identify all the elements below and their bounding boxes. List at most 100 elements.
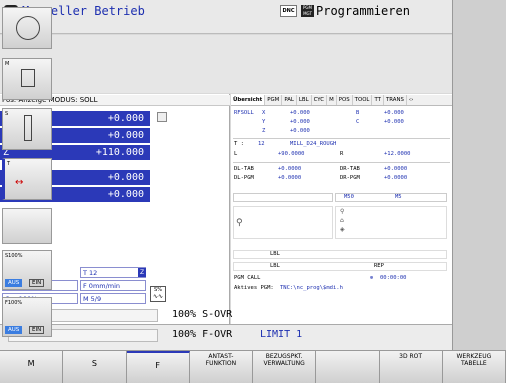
divider [233,138,450,139]
m50-value: M50 [344,194,354,200]
rfsoll-axis: C [356,119,360,125]
s-label: S [5,111,9,117]
tool-number: 12 [258,141,265,147]
tab-lbl[interactable]: LBL [297,95,312,105]
softkey-3d-rot[interactable]: 3D ROT [379,351,443,383]
softkey-empty[interactable] [316,351,380,383]
limit-label: LIMIT 1 [260,329,303,340]
dl-pgm-value: +0.0000 [278,175,302,181]
tab-pos[interactable]: POS [337,95,353,105]
rfsoll-value: +0.000 [290,110,310,116]
probe-field [233,206,333,239]
t-function-button[interactable]: T ↔ [2,158,52,200]
timer-icon: ⊕ [370,275,374,281]
tool-length-label: L [234,151,238,157]
softkey-bar: M S F ANTAST- FUNKTION BEZUGSPKT. VERWAL… [0,350,506,383]
probe-icon: ⚲ [236,218,243,228]
status-tabs: Übersicht PGM PAL LBL CYC M POS TOOL TT … [231,95,452,106]
divider [233,162,450,163]
rfsoll-axis: Z [262,128,266,134]
feed-on-badge[interactable]: EIN [29,326,45,334]
feed-override-button[interactable]: F100% AUS EIN [2,297,52,337]
softkey-preset-management[interactable]: BEZUGSPKT. VERWALTUNG [253,351,317,383]
spindle-icon [24,115,32,141]
active-pgm-path: TNC:\nc_prog\$mdi.h [280,285,343,291]
clock-button[interactable] [2,7,52,49]
rfsoll-axis: Y [262,119,266,125]
spindle-percent-icon: S% ∿∿ [150,286,166,302]
axis-value: +0.000 [107,189,144,200]
program-management-icon[interactable]: PGM MGT [301,5,314,17]
tab-overview[interactable]: Übersicht [231,95,266,105]
s-function-button[interactable]: S [2,108,52,150]
tool-name: MILL_D24_ROUGH [290,141,337,147]
tool-axis-badge: Z [138,268,146,277]
spindle-off-badge[interactable]: AUS [5,279,23,287]
feed-off-badge[interactable]: AUS [5,326,23,334]
m-function-status: M 5/9 [80,293,146,304]
axis-x-status-icon [157,112,167,122]
tab-pgm[interactable]: PGM [265,95,283,105]
dr-pgm-label: DR-PGM [340,175,360,181]
empty-function-button[interactable] [2,208,52,244]
tab-m[interactable]: M [327,95,337,105]
s-ovr-label: 100% S-OVR [172,309,233,320]
tool-change-icon: ↔ [15,177,24,188]
rfsoll-value: +0.000 [290,128,310,134]
softkey-f[interactable]: F [126,351,190,383]
rfsoll-label: RFSOLL [234,110,254,116]
axis-value: +0.000 [107,172,144,183]
machine-function-column [452,0,506,350]
tool-radius-label: R [340,151,344,157]
softkey-s[interactable]: S [63,351,127,383]
softkey-tool-table[interactable]: WERKZEUG TABELLE [442,351,506,383]
feed-status: F 0mm/min [80,280,146,291]
dl-pgm-label: DL-PGM [234,175,254,181]
rep-label: REP [374,263,384,269]
softkey-m[interactable]: M [0,351,64,383]
rfsoll-value: +0.000 [384,119,404,125]
lbl-label: LBL [270,263,280,269]
axis-value: +0.000 [107,130,144,141]
spindle-on-badge[interactable]: EIN [29,279,45,287]
pgm-call-label: PGM CALL [234,275,261,281]
machine-icon [21,69,35,87]
tab-cyc[interactable]: CYC [312,95,328,105]
rfsoll-axis: X [262,110,266,116]
m-function-button[interactable]: M [2,58,52,100]
tab-scroll-icon[interactable]: ‹› [407,95,415,105]
tool-status: T 12 [80,267,146,278]
rfsoll-axis: B [356,110,360,116]
tab-tool[interactable]: TOOL [353,95,373,105]
tool-radius: +12.0000 [384,151,411,157]
rfsoll-value: +0.000 [384,110,404,116]
spindle-override-value: S100% [5,253,23,259]
probe-status-icons: ⚲ ⌂ ◈ [340,208,345,233]
dr-tab-value: +0.0000 [384,166,408,172]
tab-pal[interactable]: PAL [282,95,297,105]
lbl-label: LBL [270,251,280,257]
tool-label: T : [234,141,244,147]
programming-mode-title[interactable]: Programmieren [316,4,410,18]
feed-override-value: F100% [5,300,23,306]
dr-tab-label: DR-TAB [340,166,360,172]
dl-tab-value: +0.0000 [278,166,302,172]
active-pgm-label: Aktives PGM: [234,285,274,291]
spindle-override-button[interactable]: S100% AUS EIN [2,250,52,290]
m-label: M [5,61,10,67]
tab-trans[interactable]: TRANS [384,95,407,105]
tab-tt[interactable]: TT [372,95,384,105]
message-area [0,35,452,93]
timer-value: 00:00:00 [380,275,407,281]
dl-tab-label: DL-TAB [234,166,254,172]
m-field-empty [233,193,333,202]
dnc-button[interactable]: DNC [280,5,297,17]
lbl-rep-row [233,262,447,271]
axis-value: +0.000 [107,113,144,124]
softkey-probing[interactable]: ANTAST- FUNKTION [189,351,253,383]
tool-length: +90.0000 [278,151,305,157]
axis-value: +110.000 [95,147,144,158]
clock-icon [16,16,40,40]
dr-pgm-value: +0.0000 [384,175,408,181]
m5-value: M5 [395,194,402,200]
